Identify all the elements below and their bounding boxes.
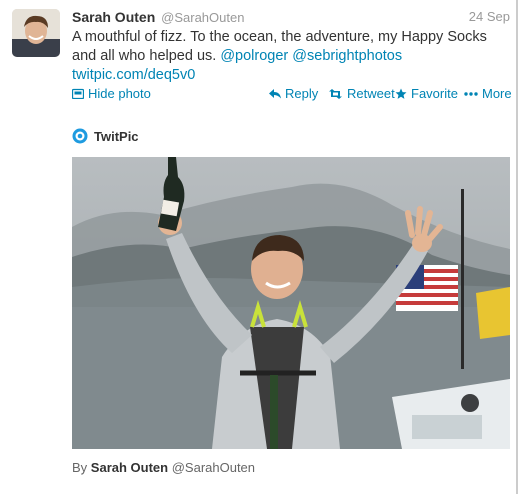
favorite-label: Favorite: [411, 86, 458, 101]
tweet-photo-image: [72, 157, 510, 449]
mention-polroger[interactable]: @polroger: [220, 48, 288, 64]
more-label: More: [482, 86, 512, 101]
reply-label: Reply: [285, 86, 319, 101]
byline-author-handle[interactable]: @SarahOuten: [172, 460, 255, 475]
retweet-button[interactable]: Retweet: [328, 86, 395, 101]
tweet: Sarah Outen @SarahOuten 24 Sep A mouthfu…: [0, 0, 518, 494]
photo-byline: By Sarah Outen @SarahOuten: [72, 460, 255, 475]
avatar[interactable]: [12, 9, 60, 57]
hide-photo-label: Hide photo: [88, 86, 151, 101]
photo-icon: [72, 88, 84, 99]
favorite-button[interactable]: Favorite: [395, 86, 458, 101]
tweet-text-line2: and all who helped us. @polroger @sebrig…: [72, 47, 512, 66]
timestamp[interactable]: 24 Sep: [469, 9, 510, 24]
tweet-text: A mouthful of fizz. To the ocean, the ad…: [72, 28, 512, 85]
twitpic-link[interactable]: twitpic.com/deq5v0: [72, 67, 195, 83]
more-icon: [464, 91, 478, 96]
retweet-label: Retweet: [347, 86, 395, 101]
author-handle[interactable]: @SarahOuten: [161, 10, 244, 25]
hide-photo-button[interactable]: Hide photo: [72, 86, 151, 101]
tweet-text-line2-prefix: and all who helped us.: [72, 48, 221, 64]
media-provider[interactable]: TwitPic: [72, 127, 139, 145]
more-button[interactable]: More: [464, 86, 512, 101]
author-name[interactable]: Sarah Outen: [72, 9, 155, 25]
favorite-icon: [395, 88, 407, 100]
avatar-image: [12, 9, 60, 57]
tweet-photo[interactable]: [72, 157, 510, 449]
tweet-header: Sarah Outen @SarahOuten 24 Sep: [72, 9, 510, 27]
twitpic-logo-icon: [72, 128, 88, 144]
reply-button[interactable]: Reply: [269, 86, 318, 101]
byline-prefix: By: [72, 460, 88, 475]
mention-sebrightphotos[interactable]: @sebrightphotos: [292, 48, 402, 64]
media-provider-name: TwitPic: [94, 128, 139, 144]
tweet-actions: Hide photo Reply Retweet Favorite More: [72, 86, 512, 104]
reply-icon: [269, 88, 281, 99]
byline-author-name[interactable]: Sarah Outen: [91, 460, 168, 475]
retweet-icon: [328, 88, 343, 99]
tweet-text-line1: A mouthful of fizz. To the ocean, the ad…: [72, 29, 487, 45]
